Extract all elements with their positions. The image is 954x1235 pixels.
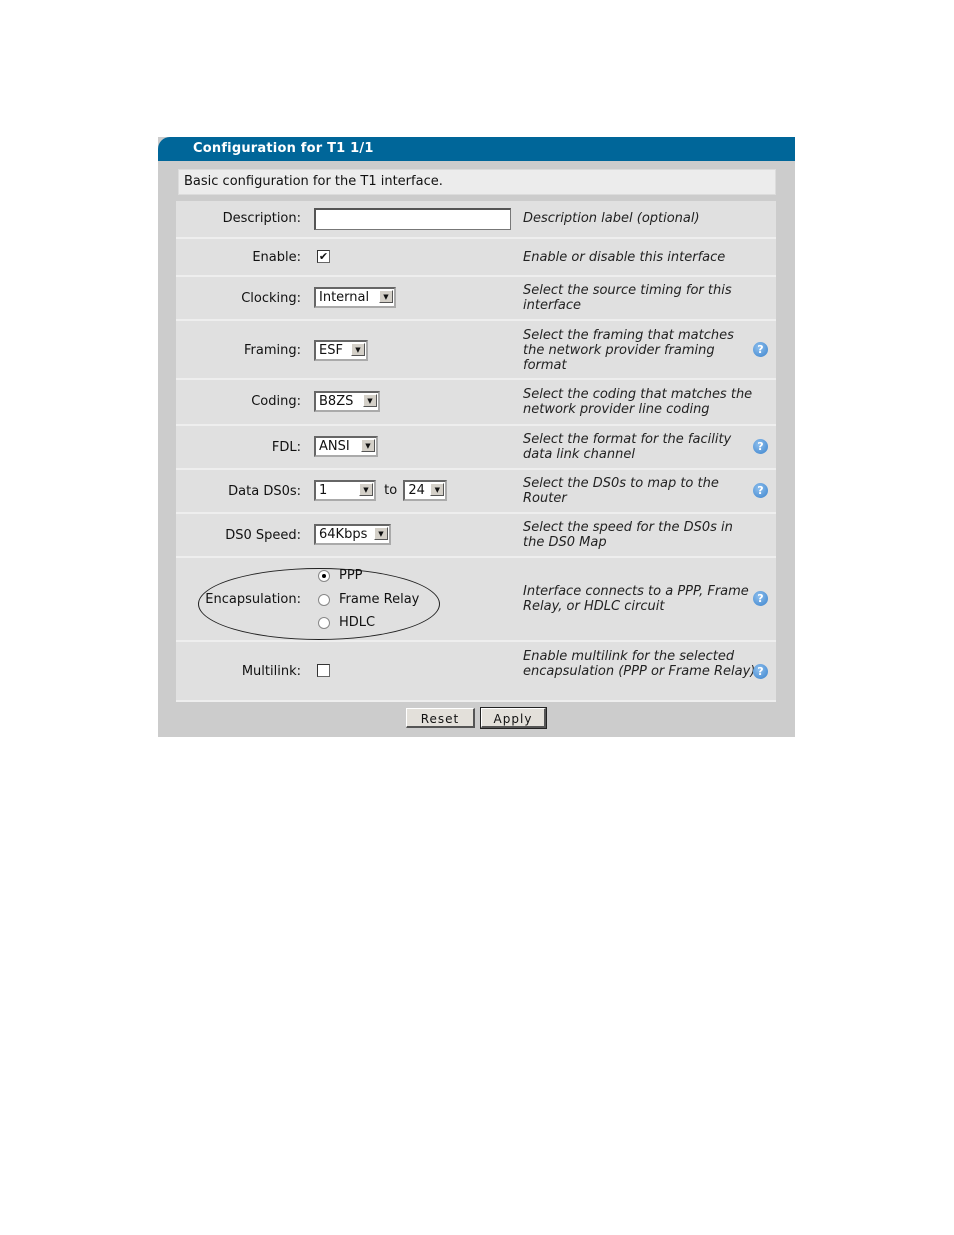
coding-hint: Select the coding that matches the netwo… [523,387,753,417]
fdl-label: FDL: [271,440,301,455]
data-ds0s-to-value: 24 [408,483,425,498]
encapsulation-hint: Interface connects to a PPP, Frame Relay… [523,584,749,614]
help-icon[interactable]: ? [753,439,768,454]
chevron-down-icon[interactable]: ▼ [359,483,373,496]
chevron-down-icon[interactable]: ▼ [351,343,365,356]
help-icon[interactable]: ? [753,483,768,498]
radio-hdlc[interactable] [318,616,330,629]
to-label: to [384,483,398,498]
fdl-value: ANSI [319,439,350,454]
clocking-value: Internal [319,290,370,305]
config-form: Description: Description label (optional… [176,201,776,702]
frame-relay-label: Frame Relay [339,592,420,607]
row-fdl: FDL: ANSI ▼ Select the format for the fa… [176,426,776,470]
config-panel: Configuration for T1 1/1 Basic configura… [158,137,795,737]
hdlc-label: HDLC [339,615,376,630]
intro-box: Basic configuration for the T1 interface… [178,169,776,195]
multilink-label: Multilink: [241,664,301,679]
chevron-down-icon[interactable]: ▼ [361,439,375,452]
chevron-down-icon[interactable]: ▼ [374,527,388,540]
row-description: Description: Description label (optional… [176,201,776,239]
framing-value: ESF [319,343,343,358]
data-ds0s-from-select[interactable]: 1 ▼ [314,480,376,501]
ppp-label: PPP [339,568,363,583]
radio-frame-relay[interactable] [318,593,330,606]
fdl-select[interactable]: ANSI ▼ [314,436,378,457]
row-framing: Framing: ESF ▼ Select the framing that m… [176,321,776,380]
clocking-hint: Select the source timing for this interf… [523,283,732,313]
coding-label: Coding: [251,394,301,409]
ds0-speed-value: 64Kbps [319,527,368,542]
row-multilink: Multilink: Enable multilink for the sele… [176,642,776,702]
framing-select[interactable]: ESF ▼ [314,340,368,361]
row-data-ds0s: Data DS0s: 1 ▼ to 24 ▼ Select the DS0s t… [176,470,776,514]
description-label: Description: [222,211,301,226]
clocking-select[interactable]: Internal ▼ [314,287,396,308]
encapsulation-option-ppp[interactable]: PPP [318,568,363,583]
data-ds0s-from-value: 1 [319,483,328,498]
row-clocking: Clocking: Internal ▼ Select the source t… [176,277,776,321]
coding-value: B8ZS [319,394,354,409]
data-ds0s-label: Data DS0s: [228,484,301,499]
row-ds0-speed: DS0 Speed: 64Kbps ▼ Select the speed for… [176,514,776,558]
coding-select[interactable]: B8ZS ▼ [314,391,380,412]
radio-ppp[interactable] [318,569,330,582]
description-hint: Description label (optional) [523,211,700,226]
chevron-down-icon[interactable]: ▼ [430,483,445,496]
panel-title: Configuration for T1 1/1 [193,141,374,156]
row-coding: Coding: B8ZS ▼ Select the coding that ma… [176,380,776,426]
ds0-speed-select[interactable]: 64Kbps ▼ [314,524,391,545]
row-enable: Enable: ✔ Enable or disable this interfa… [176,239,776,277]
encapsulation-label: Encapsulation: [205,592,301,607]
apply-button[interactable]: Apply [480,707,547,729]
clocking-label: Clocking: [241,291,301,306]
fdl-hint: Select the format for the facility data … [523,432,732,462]
data-ds0s-to-select[interactable]: 24 ▼ [403,480,448,501]
intro-text: Basic configuration for the T1 interface… [184,174,443,189]
data-ds0s-hint: Select the DS0s to map to the Router [523,476,719,506]
description-input[interactable] [314,208,511,230]
enable-label: Enable: [252,250,301,265]
ds0-speed-hint: Select the speed for the DS0s in the DS0… [523,520,733,550]
help-icon[interactable]: ? [753,342,768,357]
enable-hint: Enable or disable this interface [523,250,726,265]
chevron-down-icon[interactable]: ▼ [363,394,377,407]
encapsulation-option-hdlc[interactable]: HDLC [318,615,375,630]
ds0-speed-label: DS0 Speed: [225,528,301,543]
panel-title-bar: Configuration for T1 1/1 [158,137,795,161]
help-icon[interactable]: ? [753,591,768,606]
reset-button[interactable]: Reset [406,708,475,728]
help-icon[interactable]: ? [753,664,768,679]
framing-label: Framing: [244,343,301,358]
encapsulation-option-frame-relay[interactable]: Frame Relay [318,592,419,607]
framing-hint: Select the framing that matches the netw… [523,328,734,373]
enable-checkbox[interactable]: ✔ [317,250,330,263]
multilink-checkbox[interactable] [317,664,330,677]
chevron-down-icon[interactable]: ▼ [379,290,393,303]
row-encapsulation: Encapsulation: PPP Frame Relay HDLC Inte… [176,558,776,642]
multilink-hint: Enable multilink for the selected encaps… [523,649,756,679]
